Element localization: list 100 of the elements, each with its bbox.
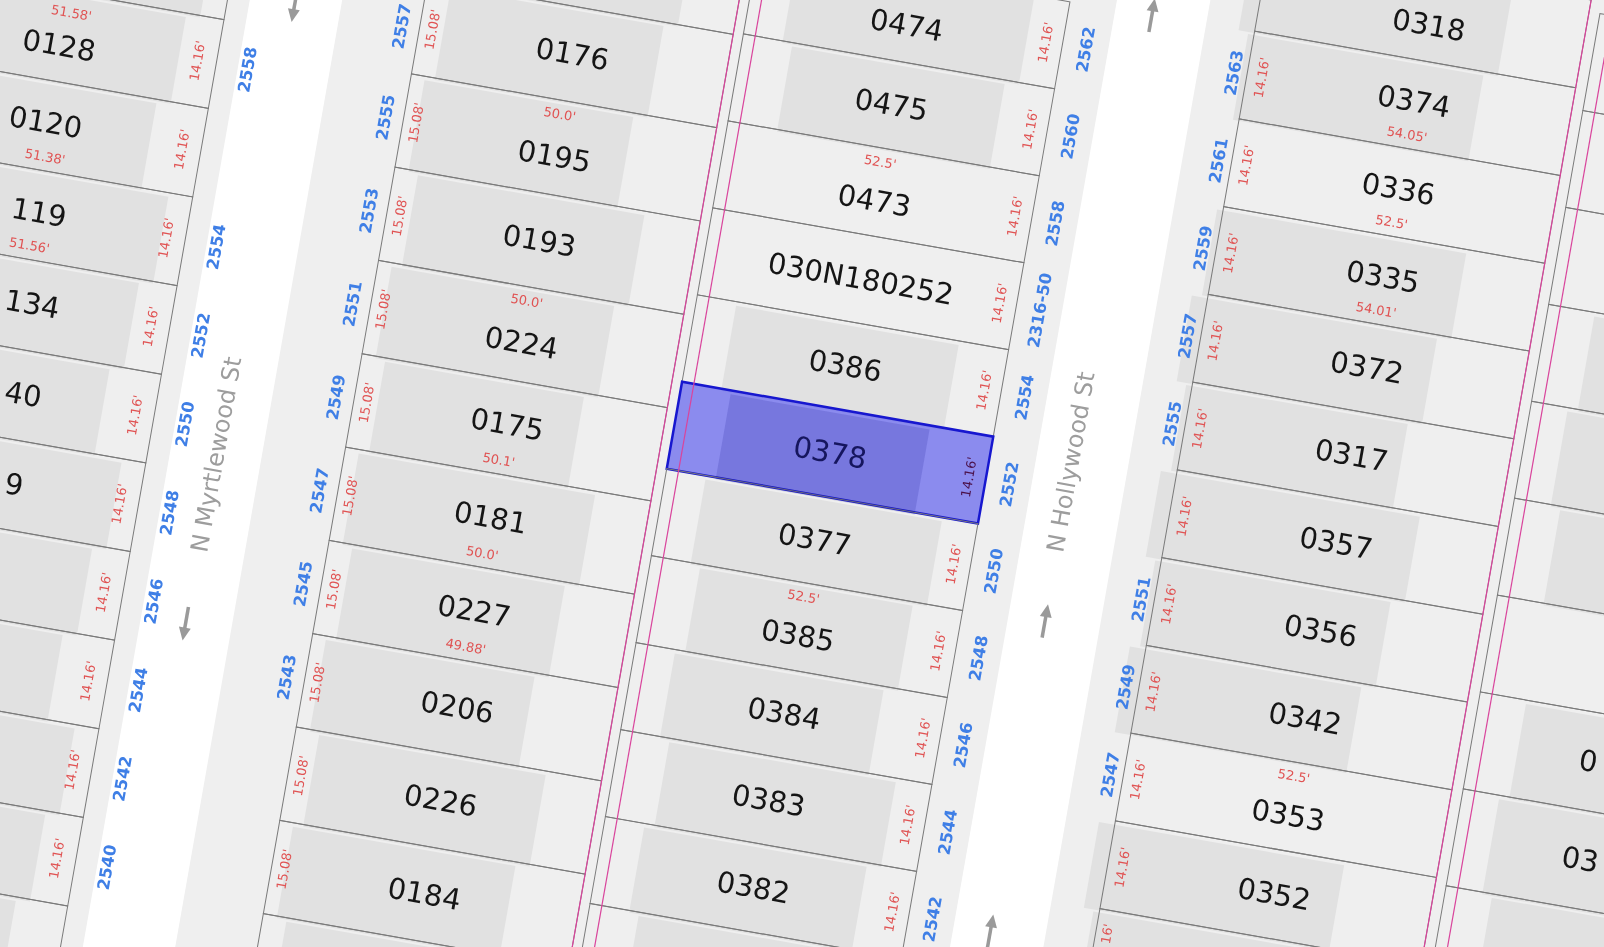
street-number: 2555	[1158, 399, 1186, 448]
street-number: 2557	[388, 2, 416, 51]
parcel-number: 9	[2, 466, 27, 503]
frontage-dimension: 14.16'	[61, 748, 84, 792]
frontage-dimension: 14.16'	[1034, 20, 1057, 64]
parcel-number: 0181	[451, 494, 530, 541]
frontage-dimension: 14.16'	[139, 305, 162, 348]
parcel-number: 0383	[729, 777, 808, 824]
street-number: 2554	[203, 222, 230, 272]
parcel-number: 0474	[867, 2, 946, 49]
parcel-number: 0195	[515, 133, 594, 180]
street-number: 2544	[934, 807, 962, 857]
frontage-dimension: 14.16'	[1003, 194, 1026, 238]
parcel-number: 0357	[1296, 519, 1376, 567]
street-number: 2544	[124, 665, 152, 715]
street-number: 2545	[289, 559, 317, 609]
parcel-number: 40	[2, 374, 45, 415]
street-number: 2552	[995, 460, 1023, 509]
parcel-number: 0374	[1374, 78, 1454, 125]
street-number: 2540	[93, 843, 121, 892]
parcel-number: 0318	[1389, 2, 1469, 49]
street-number: 2548	[965, 633, 992, 683]
street-number: 2558	[1041, 199, 1069, 248]
parcel-number: 0175	[467, 401, 547, 448]
street-number: 2557	[1174, 311, 1202, 361]
frontage-dimension: 14.16'	[1111, 845, 1134, 889]
depth-dimension: 50.1'	[481, 449, 517, 471]
parcel-number: 0128	[19, 22, 99, 69]
parcel-number: 0386	[806, 342, 885, 389]
frontage-dimension: 14.16'	[1250, 56, 1273, 99]
frontage-dimension: 14.16'	[170, 127, 193, 171]
street-number: 2560	[1057, 112, 1084, 161]
frontage-dimension: 14.16'	[155, 216, 178, 260]
street-number: 2551	[1127, 574, 1155, 624]
street-number: 2546	[949, 720, 977, 770]
depth-dimension: 50.0'	[464, 542, 500, 564]
frontage-dimension: 14.16'	[1127, 758, 1149, 801]
parcel-number: 0227	[434, 587, 514, 635]
frontage-dimension: 14.16'	[973, 368, 996, 412]
street-number: 2543	[273, 652, 301, 702]
frontage-dimension: 14.16'	[1173, 494, 1196, 538]
frontage-dimension: 14.16'	[1142, 670, 1165, 714]
parcel-number: 0473	[835, 177, 914, 224]
parcel-number: 03	[1559, 839, 1602, 880]
street-number: 2548	[156, 488, 183, 537]
frontage-dimension: 14.16'	[77, 659, 99, 703]
parcel-number: 0226	[401, 777, 480, 824]
depth-dimension: 52.5'	[862, 151, 898, 173]
depth-dimension: 51.38'	[23, 145, 67, 168]
frontage-dimension: 15.08'	[372, 287, 395, 331]
parcel-number: 0352	[1234, 870, 1314, 918]
parcel-number: 0336	[1359, 166, 1438, 213]
parcel-number: 0377	[775, 516, 854, 563]
parcel-number: 0382	[714, 864, 793, 911]
parcel-number: 0378	[790, 429, 870, 476]
depth-dimension: 51.58'	[50, 2, 93, 24]
frontage-dimension: 14.16'	[1157, 582, 1180, 626]
depth-dimension: 54.05'	[1385, 123, 1429, 146]
depth-dimension: 52.5'	[1374, 211, 1409, 233]
street-number: 2316-50	[1024, 271, 1056, 350]
frontage-dimension: 14.16'	[1019, 107, 1042, 151]
frontage-dimension: 14.16'	[1235, 143, 1258, 187]
frontage-dimension: 14.16'	[957, 455, 980, 499]
street-number: 2542	[919, 894, 946, 944]
depth-dimension: 51.56'	[8, 234, 51, 257]
depth-dimension: 50.0'	[509, 290, 545, 311]
parcel-number: 119	[8, 190, 70, 235]
parcel-number: 0206	[417, 684, 497, 731]
frontage-dimension: 15.08'	[273, 847, 296, 891]
parcel-number: 0356	[1281, 607, 1360, 654]
street-number: 2546	[140, 577, 168, 626]
frontage-dimension: 16'	[1097, 922, 1117, 945]
street-number: 2542	[109, 754, 136, 803]
frontage-dimension: 14.16'	[1219, 231, 1242, 275]
parcel-number: 0	[1576, 742, 1601, 780]
frontage-dimension: 15.08'	[421, 8, 444, 51]
frontage-dimension: 15.08'	[405, 101, 427, 145]
street-number: 2547	[1097, 750, 1124, 799]
frontage-dimension: 14.16'	[186, 39, 209, 83]
street-number: 2562	[1072, 25, 1100, 74]
street-number: 2554	[1011, 373, 1038, 422]
frontage-dimension: 14.16'	[108, 482, 131, 526]
street-number: 2550	[980, 546, 1008, 596]
street-number: 2547	[306, 466, 333, 515]
parcel-number: 0184	[384, 870, 464, 917]
frontage-dimension: 14.16'	[988, 281, 1011, 325]
frontage-dimension: 14.16'	[1204, 319, 1227, 363]
street-name: N Hollywood St	[1041, 369, 1101, 555]
parcel-number: 134	[2, 282, 63, 326]
frontage-dimension: 15.08'	[388, 194, 411, 238]
street-number: 2553	[355, 186, 383, 235]
street-number: 2559	[1189, 224, 1217, 273]
street-number: 2551	[339, 279, 366, 329]
frontage-dimension: 15.08'	[322, 567, 345, 611]
street-number: 2563	[1220, 48, 1248, 98]
parcel-number: 0120	[6, 99, 85, 146]
depth-dimension: 52.5'	[786, 586, 821, 607]
frontage-dimension: 14.16'	[896, 803, 919, 847]
parcel-number: 0193	[500, 217, 579, 264]
frontage-dimension: 14.16'	[881, 890, 904, 934]
